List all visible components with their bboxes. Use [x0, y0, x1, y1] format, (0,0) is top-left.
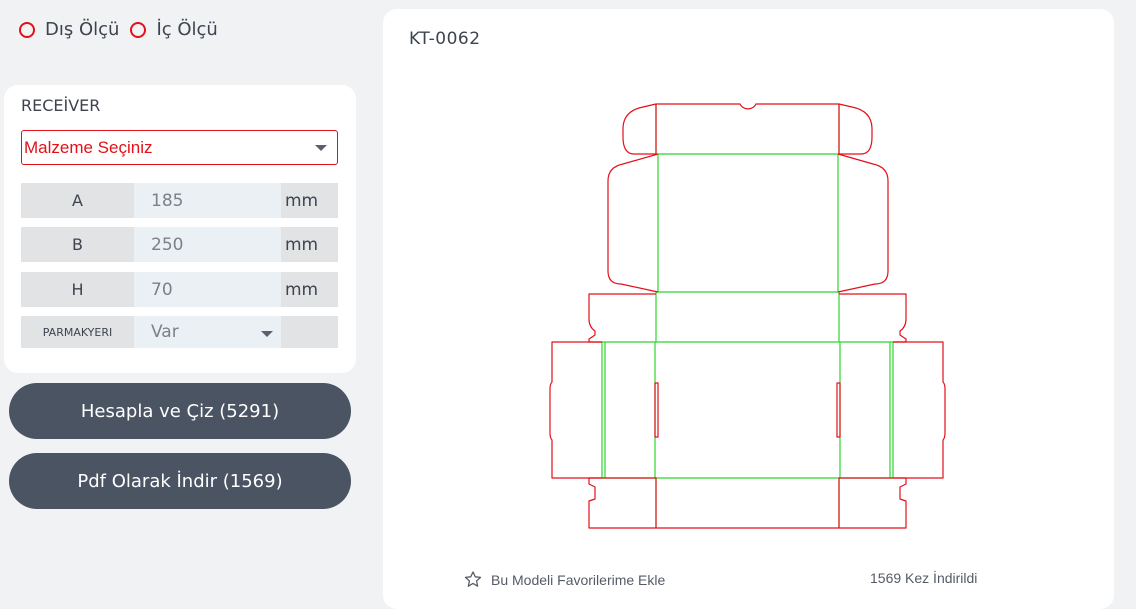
finger-hole-unit-blank: [281, 316, 338, 348]
star-icon: [464, 571, 482, 587]
dimension-unit: mm: [281, 227, 338, 262]
dimension-label: H: [21, 272, 134, 307]
dimension-unit: mm: [281, 272, 338, 307]
dimension-label: A: [21, 183, 134, 218]
measure-type-group: Dış Ölçü İç Ölçü: [19, 19, 229, 40]
material-select-value: Malzeme Seçiniz: [24, 137, 153, 157]
finger-hole-value: Var: [151, 322, 179, 342]
radio-circle-icon[interactable]: [130, 21, 147, 38]
dimension-a-input[interactable]: 185: [134, 183, 281, 218]
chevron-down-icon: [261, 331, 273, 337]
inner-measure-label: İç Ölçü: [156, 19, 218, 40]
radio-circle-icon[interactable]: [19, 21, 35, 38]
material-select[interactable]: Malzeme Seçiniz: [21, 130, 338, 165]
dimension-row-b: B 250 mm: [21, 227, 338, 262]
download-pdf-button[interactable]: Pdf Olarak İndir (1569): [9, 453, 351, 509]
dimension-h-input[interactable]: 70: [134, 272, 281, 307]
box-dieline-drawing: [549, 103, 946, 529]
finger-hole-row: PARMAKYERI Var: [21, 316, 338, 348]
chevron-down-icon: [315, 145, 327, 151]
dimension-b-input[interactable]: 250: [134, 227, 281, 262]
product-name: RECEİVER: [21, 96, 101, 115]
outer-measure-label: Dış Ölçü: [45, 19, 120, 40]
add-favorite-label: Bu Modeli Favorilerime Ekle: [491, 571, 666, 588]
inner-measure-radio[interactable]: İç Ölçü: [130, 19, 218, 40]
dimension-row-h: H 70 mm: [21, 272, 338, 307]
dimension-row-a: A 185 mm: [21, 183, 338, 218]
outer-measure-radio[interactable]: Dış Ölçü: [19, 19, 119, 40]
finger-hole-label: PARMAKYERI: [21, 316, 134, 348]
add-favorite-button[interactable]: Bu Modeli Favorilerime Ekle: [463, 570, 665, 589]
calculate-draw-button[interactable]: Hesapla ve Çiz (5291): [9, 383, 351, 439]
parameters-panel: RECEİVER Malzeme Seçiniz A 185 mm B 250 …: [4, 85, 356, 373]
dimension-label: B: [21, 227, 134, 262]
finger-hole-select[interactable]: Var: [134, 316, 281, 348]
dimension-unit: mm: [281, 183, 338, 218]
cut-lines: [549, 103, 946, 529]
fold-lines: [601, 104, 894, 528]
dieline-preview: KT-0062 Bu Modeli Favorilerime Ekle 1569…: [383, 9, 1114, 609]
download-count: 1569 Kez İndirildi: [870, 570, 978, 586]
